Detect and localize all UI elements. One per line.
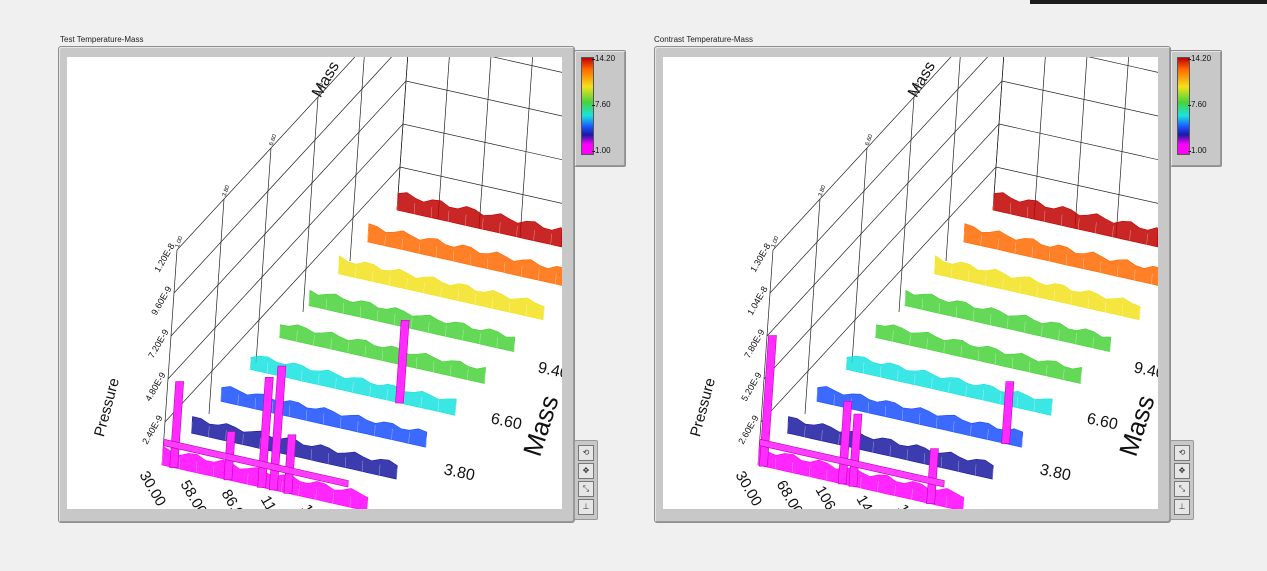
rotate-tool-button[interactable]: ⟲: [1174, 445, 1190, 461]
x-tick-label: 106.00: [812, 483, 850, 509]
graph-frame-contrast: 30.0068.00106.00144.00182.0020.001.003.8…: [654, 46, 1171, 523]
y-tick-label: 6.60: [1085, 410, 1119, 433]
y-axis-title: Mass: [517, 391, 562, 459]
zoom-tool-button[interactable]: ⤡: [1174, 481, 1190, 497]
z-axis-title: Pressure: [91, 376, 123, 438]
axes-icon: ⊥: [582, 502, 590, 511]
y-tick-label-top: 3.80: [818, 184, 828, 198]
z-tick-label-left: 5.20E-9: [739, 371, 763, 403]
grid-line: [208, 198, 225, 415]
window-top-bar: [1030, 0, 1267, 4]
pan-icon: ✥: [1178, 466, 1186, 475]
y-axis-title: Mass: [1113, 391, 1158, 459]
grid-line: [255, 147, 272, 364]
z-tick-label-left: 4.80E-9: [143, 371, 167, 403]
x-tick-label: 114.00: [257, 493, 294, 509]
y-tick-label: 3.80: [442, 461, 476, 484]
graph-title-contrast: Contrast Temperature-Mass: [654, 35, 753, 44]
zoom-icon: ⤡: [1178, 484, 1186, 493]
x-tick-label: 86.00: [218, 487, 251, 509]
rotate-tool-button[interactable]: ⟲: [578, 445, 594, 461]
x-tick-label: 30.00: [732, 468, 765, 509]
y-tick-label: 3.80: [1038, 461, 1072, 484]
plot-canvas-test[interactable]: 30.0058.0086.00114.00142.0070.001.003.80…: [67, 57, 562, 509]
y-tick-label: 6.60: [489, 410, 523, 433]
axes-tool-button[interactable]: ⊥: [578, 499, 594, 515]
graph-title-test: Test Temperature-Mass: [60, 35, 144, 44]
graph-frame-test: 30.0058.0086.00114.00142.0070.001.003.80…: [58, 46, 575, 523]
z-tick-label-left: 1.20E-8: [152, 242, 176, 274]
grid-line: [396, 57, 409, 211]
y-tick-label: 9.40: [1132, 359, 1158, 382]
z-tick-label-left: 7.80E-9: [742, 328, 766, 360]
color-ramp-contrast[interactable]: 14.20 7.60 1.00: [1170, 50, 1222, 167]
grid-line: [992, 57, 1005, 211]
graph-tools-test: ⟲ ✥ ⤡ ⊥: [574, 440, 598, 520]
rotate-icon: ⟲: [1178, 448, 1186, 457]
y-axis-title-top: Mass: [309, 59, 343, 101]
grid-line: [804, 198, 821, 415]
rotate-icon: ⟲: [582, 448, 590, 457]
surface-plot-contrast[interactable]: 30.0068.00106.00144.00182.0020.001.003.8…: [663, 57, 1158, 509]
pan-tool-button[interactable]: ✥: [1174, 463, 1190, 479]
y-tick-label-top: 3.80: [222, 184, 232, 198]
z-tick-label-left: 7.20E-9: [146, 328, 170, 360]
axes-tool-button[interactable]: ⊥: [1174, 499, 1190, 515]
x-tick-label: 68.00: [773, 477, 806, 509]
pressure-spike: [169, 381, 185, 468]
grid-line: [1156, 227, 1158, 247]
pan-icon: ✥: [582, 466, 590, 475]
z-tick-label-left: 1.04E-8: [745, 285, 769, 317]
y-tick-label-top: 1.00: [175, 235, 185, 249]
ramp-label-min: 1.00: [592, 146, 611, 155]
color-ramp-bar: [581, 57, 594, 155]
grid-line: [898, 96, 915, 313]
z-tick-label-left: 2.40E-9: [140, 414, 164, 446]
z-axis-title: Pressure: [687, 376, 719, 438]
plot-canvas-contrast[interactable]: 30.0068.00106.00144.00182.0020.001.003.8…: [663, 57, 1158, 509]
grid-line: [851, 147, 868, 364]
ramp-label-mid: 7.60: [592, 100, 611, 109]
z-tick-label-left: 1.30E-8: [748, 242, 772, 274]
pan-tool-button[interactable]: ✥: [578, 463, 594, 479]
surface-plot-test[interactable]: 30.0058.0086.00114.00142.0070.001.003.80…: [67, 57, 562, 509]
axes-icon: ⊥: [1178, 502, 1186, 511]
grid-line: [945, 57, 961, 262]
grid-line: [396, 57, 409, 211]
ramp-label-max: 14.20: [1187, 54, 1212, 63]
x-tick-label: 144.00: [853, 492, 891, 509]
grid-line: [560, 227, 562, 247]
y-axis-title-top: Mass: [905, 59, 939, 101]
ramp-label-min: 1.00: [1188, 146, 1207, 155]
y-tick-label: 9.40: [536, 359, 562, 382]
x-tick-label: 30.00: [136, 468, 169, 509]
z-tick-label-left: 2.60E-9: [736, 414, 760, 446]
grid-line: [302, 96, 319, 313]
grid-line: [1115, 57, 1129, 238]
z-tick-label-left: 9.60E-9: [149, 285, 173, 317]
ramp-label-max: 14.20: [591, 54, 616, 63]
grid-line: [992, 57, 1005, 211]
grid-line: [437, 57, 450, 220]
ramp-label-mid: 7.60: [1188, 100, 1207, 109]
y-tick-label-top: 6.60: [269, 133, 279, 147]
y-tick-label-top: 1.00: [771, 235, 781, 249]
zoom-tool-button[interactable]: ⤡: [578, 481, 594, 497]
y-tick-label-top: 6.60: [865, 133, 875, 147]
color-ramp-bar: [1177, 57, 1190, 155]
x-tick-label: 58.00: [177, 477, 210, 509]
color-ramp-test[interactable]: 14.20 7.60 1.00: [574, 50, 626, 167]
zoom-icon: ⤡: [582, 484, 590, 493]
grid-line: [1033, 57, 1046, 220]
graph-tools-contrast: ⟲ ✥ ⤡ ⊥: [1170, 440, 1194, 520]
grid-line: [519, 57, 533, 238]
grid-line: [349, 57, 365, 262]
